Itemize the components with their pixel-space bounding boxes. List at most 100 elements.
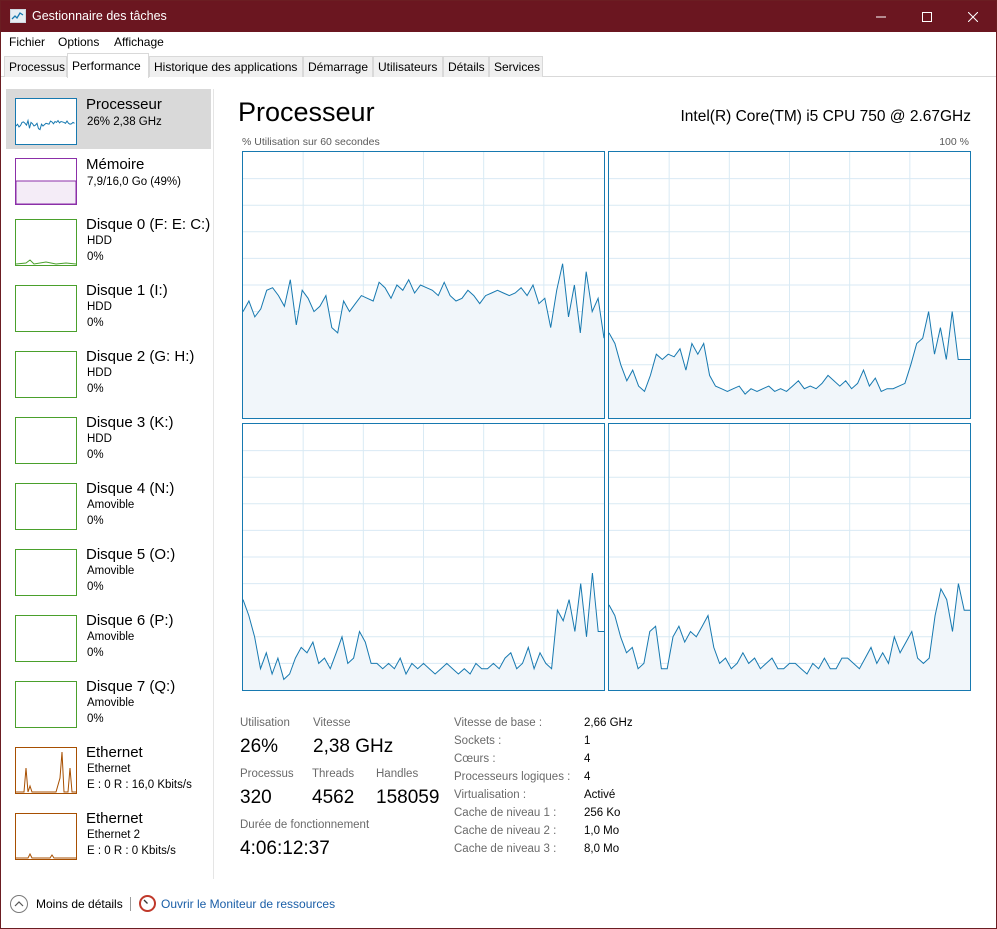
resource-thumbnail <box>15 417 77 464</box>
resource-thumbnail <box>15 98 77 145</box>
menu-affichage[interactable]: Affichage <box>114 35 164 49</box>
fewer-details-button[interactable]: Moins de détails <box>36 897 123 911</box>
window-title: Gestionnaire des tâches <box>32 9 167 23</box>
cpu-graph-svg <box>242 424 604 690</box>
detail-label: Processeurs logiques : <box>454 771 571 783</box>
resource-thumbnail <box>15 747 77 794</box>
chevron-up-icon[interactable] <box>10 895 28 913</box>
resource-name: Disque 7 (Q:) <box>86 678 176 695</box>
uptime-label: Durée de fonctionnement <box>240 819 370 831</box>
tab-processus[interactable]: Processus <box>4 56 67 77</box>
tab-services[interactable]: Services <box>489 56 543 77</box>
footer: Moins de détails Ouvrir le Moniteur de r… <box>1 885 996 925</box>
resource-thumbnail <box>15 549 77 596</box>
resource-thumbnail <box>15 285 77 332</box>
cpu-graph-core-2 <box>242 423 605 691</box>
utilisation-label: Utilisation <box>240 717 290 729</box>
sidebar-item-resource[interactable]: Processeur 26% 2,38 GHz <box>6 89 211 149</box>
resource-subtitle: Amovible <box>87 631 135 643</box>
sidebar-item-resource[interactable]: Mémoire 7,9/16,0 Go (49%) <box>6 149 211 209</box>
resource-name: Disque 0 (F: E: C:) <box>86 216 211 233</box>
sidebar-item-resource[interactable]: Disque 4 (N:) Amovible 0% <box>6 479 211 539</box>
sidebar-item-resource[interactable]: Disque 6 (P:) Amovible 0% <box>6 611 211 671</box>
sidebar-item-resource[interactable]: Ethernet Ethernet 2 E : 0 R : 0 Kbits/s <box>6 809 211 869</box>
minimize-button[interactable] <box>858 1 904 32</box>
title-bar[interactable]: Gestionnaire des tâches <box>1 1 996 32</box>
resource-name: Disque 1 (I:) <box>86 282 168 299</box>
tab-historique[interactable]: Historique des applications <box>149 56 303 77</box>
graph-max-label: 100 % <box>939 136 969 148</box>
task-manager-window: Gestionnaire des tâches Fichier Options … <box>0 0 997 929</box>
tab-bar: Processus Performance Historique des app… <box>1 53 996 78</box>
resource-name: Disque 5 (O:) <box>86 546 176 563</box>
resource-value: 0% <box>87 383 104 395</box>
footer-separator <box>130 897 131 911</box>
close-icon <box>968 11 978 22</box>
detail-label: Vitesse de base : <box>454 717 543 729</box>
maximize-button[interactable] <box>904 1 950 32</box>
processus-label: Processus <box>240 768 294 780</box>
resource-subtitle: Amovible <box>87 697 135 709</box>
resource-value: 0% <box>87 251 104 263</box>
resource-monitor-icon[interactable] <box>139 895 156 912</box>
resource-value: 0% <box>87 317 104 329</box>
resource-name: Disque 6 (P:) <box>86 612 174 629</box>
sidebar-item-resource[interactable]: Disque 2 (G: H:) HDD 0% <box>6 347 211 407</box>
resource-thumbnail <box>15 158 77 205</box>
resource-name: Ethernet <box>86 744 143 761</box>
task-manager-app-icon <box>10 9 26 23</box>
resource-subtitle: HDD <box>87 367 112 379</box>
sidebar-item-resource[interactable]: Disque 3 (K:) HDD 0% <box>6 413 211 473</box>
resource-thumbnail <box>15 483 77 530</box>
detail-value: 4 <box>584 753 591 765</box>
resource-value: E : 0 R : 16,0 Kbits/s <box>87 779 192 791</box>
graph-caption: % Utilisation sur 60 secondes <box>242 136 380 148</box>
close-button[interactable] <box>950 1 996 32</box>
cpu-model: Intel(R) Core(TM) i5 CPU 750 @ 2.67GHz <box>680 108 971 125</box>
tab-demarrage[interactable]: Démarrage <box>303 56 373 77</box>
menu-fichier[interactable]: Fichier <box>9 35 45 49</box>
tab-details[interactable]: Détails <box>443 56 489 77</box>
resource-subtitle: Amovible <box>87 565 135 577</box>
cpu-graph-core-3 <box>608 423 971 691</box>
threads-label: Threads <box>312 768 355 780</box>
resource-subtitle: 7,9/16,0 Go (49%) <box>87 176 181 188</box>
sidebar-item-resource[interactable]: Disque 0 (F: E: C:) HDD 0% <box>6 215 211 275</box>
sidebar-item-resource[interactable]: Disque 7 (Q:) Amovible 0% <box>6 677 211 737</box>
resource-subtitle: Ethernet 2 <box>87 829 141 841</box>
detail-label: Cœurs : <box>454 753 496 765</box>
minimize-icon <box>876 16 886 17</box>
sidebar-item-resource[interactable]: Disque 5 (O:) Amovible 0% <box>6 545 211 605</box>
resource-subtitle: HDD <box>87 235 112 247</box>
resource-subtitle: 26% 2,38 GHz <box>87 116 162 128</box>
open-resource-monitor-link[interactable]: Ouvrir le Moniteur de ressources <box>161 897 335 911</box>
cpu-graph-core-1 <box>608 151 971 419</box>
resource-subtitle: Amovible <box>87 499 135 511</box>
detail-label: Cache de niveau 2 : <box>454 825 557 837</box>
resource-value: 0% <box>87 515 104 527</box>
tab-performance[interactable]: Performance <box>67 53 149 78</box>
detail-label: Virtualisation : <box>454 789 527 801</box>
sidebar-item-resource[interactable]: Ethernet Ethernet E : 0 R : 16,0 Kbits/s <box>6 743 211 803</box>
resource-name: Ethernet <box>86 810 143 827</box>
sidebar-item-resource[interactable]: Disque 1 (I:) HDD 0% <box>6 281 211 341</box>
detail-value: Activé <box>584 789 616 801</box>
tab-utilisateurs[interactable]: Utilisateurs <box>373 56 443 77</box>
resource-thumbnail <box>15 615 77 662</box>
detail-label: Sockets : <box>454 735 502 747</box>
resource-thumbnail <box>15 813 77 860</box>
handles-value: 158059 <box>376 787 440 808</box>
processus-value: 320 <box>240 787 272 808</box>
uptime-value: 4:06:12:37 <box>240 838 330 859</box>
vitesse-label: Vitesse <box>313 717 351 729</box>
resource-thumbnail <box>15 351 77 398</box>
cpu-graph-core-0 <box>242 151 605 419</box>
resource-subtitle: Ethernet <box>87 763 131 775</box>
menu-options[interactable]: Options <box>58 35 99 49</box>
resource-sidebar: Processeur 26% 2,38 GHz Mémoire 7,9/16,0 Go… <box>6 89 211 869</box>
handles-label: Handles <box>376 768 419 780</box>
resource-subtitle: HDD <box>87 301 112 313</box>
sidebar-divider <box>213 89 214 879</box>
resource-value: 0% <box>87 581 104 593</box>
resource-name: Processeur <box>86 96 162 113</box>
